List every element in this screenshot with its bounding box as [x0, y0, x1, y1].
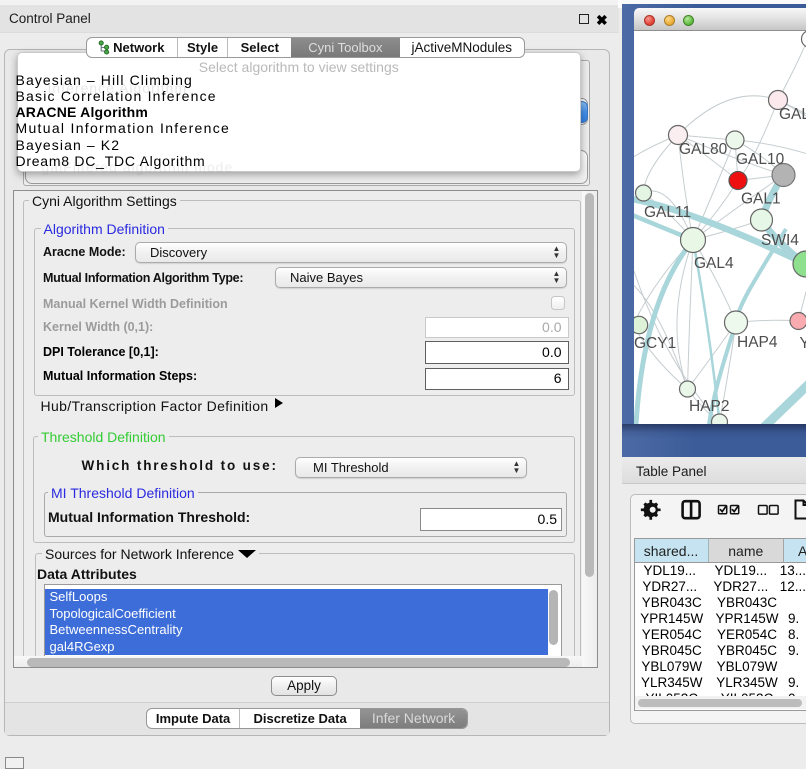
svg-text:GAL7: GAL7 — [779, 106, 806, 123]
svg-text:YER: YER — [800, 335, 806, 352]
svg-text:GAL4: GAL4 — [694, 255, 734, 272]
svg-text:HAP2: HAP2 — [689, 398, 730, 415]
svg-text:GAL80: GAL80 — [679, 141, 728, 158]
svg-text:GAL1: GAL1 — [741, 191, 781, 208]
svg-text:SWI4: SWI4 — [761, 232, 799, 249]
svg-text:GCY1: GCY1 — [634, 335, 676, 352]
svg-text:GAL10: GAL10 — [736, 151, 785, 168]
svg-text:HAP4: HAP4 — [737, 334, 778, 351]
svg-text:GAL11: GAL11 — [644, 204, 691, 221]
